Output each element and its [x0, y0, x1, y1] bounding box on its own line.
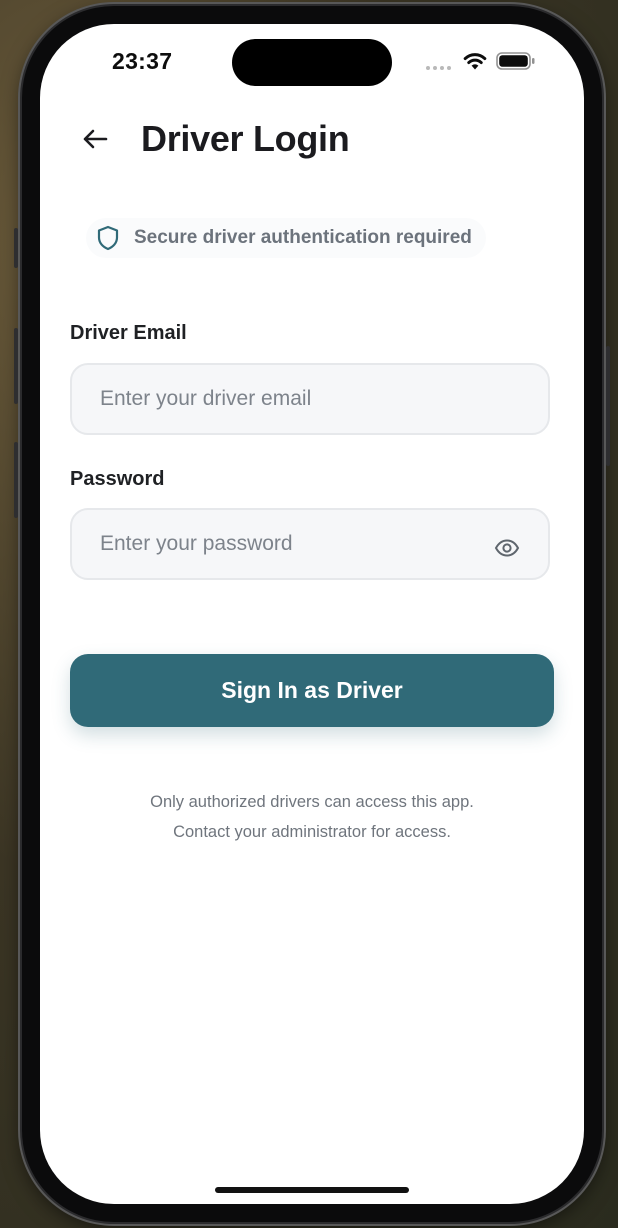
password-field-container — [70, 508, 550, 580]
power-button — [606, 346, 610, 466]
back-button[interactable] — [80, 124, 110, 154]
authorization-note: Only authorized drivers can access this … — [150, 793, 474, 811]
password-label: Password — [70, 468, 165, 490]
status-time: 23:37 — [112, 48, 173, 74]
shield-icon — [97, 225, 119, 251]
battery-icon — [496, 52, 535, 70]
cellular-signal-icon — [426, 66, 451, 70]
email-label: Driver Email — [70, 322, 187, 344]
sign-in-button[interactable]: Sign In as Driver — [70, 654, 554, 727]
back-arrow-icon — [83, 129, 108, 149]
email-input[interactable] — [98, 386, 522, 412]
app-screen: 23:37 Driver Login Secure driver authent… — [40, 24, 584, 1204]
dynamic-island — [232, 39, 392, 86]
home-indicator[interactable] — [215, 1187, 409, 1193]
volume-up-button — [14, 328, 18, 404]
eye-icon[interactable] — [494, 539, 520, 557]
wifi-icon — [463, 53, 487, 70]
email-field-container — [70, 363, 550, 435]
action-button — [14, 228, 18, 268]
contact-admin-note: Contact your administrator for access. — [173, 823, 451, 841]
secure-notice-text: Secure driver authentication required — [134, 227, 472, 248]
password-input[interactable] — [98, 531, 522, 557]
volume-down-button — [14, 442, 18, 518]
secure-auth-notice: Secure driver authentication required — [86, 218, 486, 258]
page-title: Driver Login — [141, 118, 350, 159]
